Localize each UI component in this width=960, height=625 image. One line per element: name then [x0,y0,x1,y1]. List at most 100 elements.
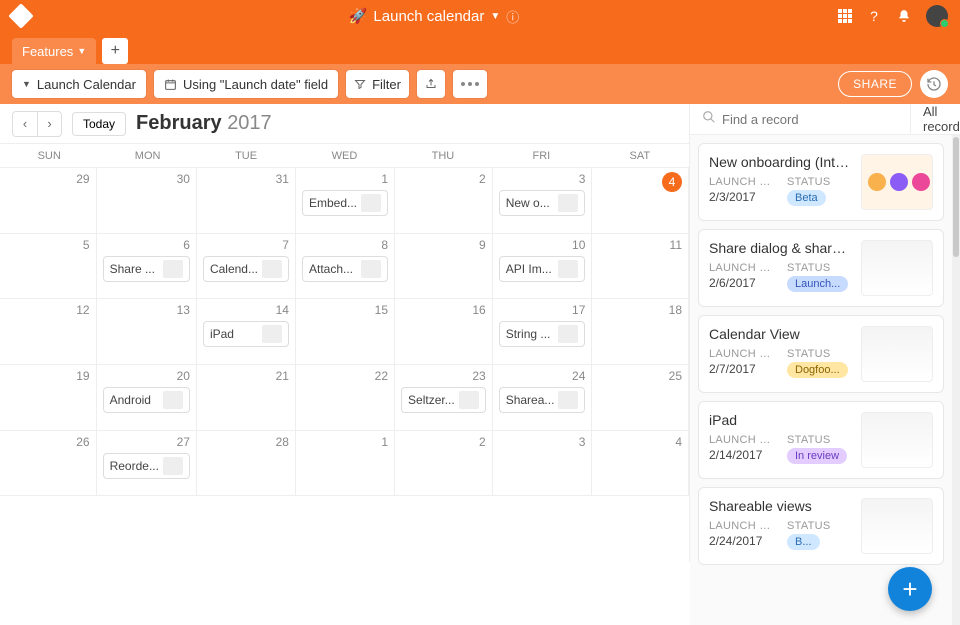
calendar-cell[interactable]: 1Embed... [296,168,395,234]
today-button[interactable]: Today [72,112,126,136]
record-card[interactable]: New onboarding (Inter...LAUNCH DA...2/3/… [698,143,944,221]
add-record-button[interactable]: + [888,567,932,611]
info-icon[interactable]: ⓘ [506,7,519,26]
calendar-event[interactable]: Attach... [302,256,388,282]
record-card[interactable]: Shareable viewsLAUNCH DA...2/24/2017STAT… [698,487,944,565]
calendar-event[interactable]: iPad [203,321,289,347]
day-number: 17 [499,303,586,317]
calendar-cell[interactable]: 19 [0,365,97,431]
calendar-event[interactable]: Seltzer... [401,387,486,413]
weekday-label: SUN [0,150,98,162]
calendar-cell[interactable]: 29 [0,168,97,234]
calendar-event[interactable]: Android [103,387,190,413]
share-view-button[interactable] [417,70,445,98]
calendar-cell[interactable]: 6Share ... [97,234,197,300]
day-number: 16 [401,303,486,317]
record-title: Share dialog & shared ... [709,240,853,256]
view-selector[interactable]: ▼ Launch Calendar [12,70,146,98]
record-thumbnail [861,240,933,296]
calendar-cell[interactable]: 4 [592,431,689,497]
calendar-event[interactable]: API Im... [499,256,586,282]
calendar-cell[interactable]: 20 Android [97,365,197,431]
calendar-cell[interactable]: 14 iPad [197,299,296,365]
calendar-cell[interactable]: 3New o... [493,168,593,234]
calendar-event[interactable]: New o... [499,190,586,216]
field-selector[interactable]: Using "Launch date" field [154,70,338,98]
calendar-event[interactable]: Reorde... [103,453,190,479]
calendar-cell[interactable]: 26 [0,431,97,497]
calendar-cell[interactable]: 10API Im... [493,234,593,300]
record-card[interactable]: Calendar ViewLAUNCH DA...2/7/2017STATUSD… [698,315,944,393]
calendar-cell[interactable]: 17 String ... [493,299,593,365]
record-card[interactable]: iPadLAUNCH DA...2/14/2017STATUSIn review [698,401,944,479]
filter-button[interactable]: Filter [346,70,409,98]
more-button[interactable] [453,70,487,98]
calendar-cell[interactable]: 7Calend... [197,234,296,300]
calendar-cell[interactable]: 28 [197,431,296,497]
base-title[interactable]: 🚀 Launch calendar ▼ ⓘ [30,7,838,26]
calendar-cell[interactable]: 22 [296,365,395,431]
add-table-button[interactable]: + [102,38,128,64]
next-month-button[interactable]: › [37,112,61,136]
day-number: 14 [203,303,289,317]
event-label: Seltzer... [408,393,455,407]
event-thumbnail [361,260,381,278]
calendar-event[interactable]: Embed... [302,190,388,216]
calendar-cell[interactable]: 12 [0,299,97,365]
history-button[interactable] [920,70,948,98]
day-number: 23 [401,369,486,383]
calendar-cell[interactable]: 18 [592,299,689,365]
calendar-cell[interactable]: 23 Seltzer... [395,365,493,431]
launch-date-value: 2/14/2017 [709,448,771,462]
base-name: Launch calendar [373,8,484,25]
share-base-button[interactable]: SHARE [838,71,912,97]
search-input[interactable] [722,112,898,127]
calendar-cell[interactable]: 1 [296,431,395,497]
apps-icon[interactable] [838,9,852,23]
calendar-cell[interactable]: 11 [592,234,689,300]
weekday-row: SUNMONTUEWEDTHUFRISAT [0,144,689,168]
calendar-event[interactable]: String ... [499,321,586,347]
calendar-cell[interactable]: 24 Sharea... [493,365,593,431]
calendar-cell[interactable]: 30 [97,168,197,234]
calendar-cell[interactable]: 15 [296,299,395,365]
calendar-cell[interactable]: 13 [97,299,197,365]
calendar-cell[interactable]: 21 [197,365,296,431]
field-label-date: LAUNCH DA... [709,348,771,360]
day-number: 11 [598,238,682,252]
day-number: 2 [401,172,486,186]
calendar-event[interactable]: Share ... [103,256,190,282]
calendar-event[interactable]: Calend... [203,256,289,282]
prev-month-button[interactable]: ‹ [13,112,37,136]
share-icon [425,78,437,90]
launch-date-value: 2/6/2017 [709,276,771,290]
calendar-cell[interactable]: 27Reorde... [97,431,197,497]
notifications-icon[interactable] [896,8,912,24]
calendar-cell[interactable]: 4 [592,168,689,234]
tab-label: Features [22,44,73,59]
calendar-event[interactable]: Sharea... [499,387,586,413]
day-number: 20 [103,369,190,383]
calendar-cell[interactable]: 16 [395,299,493,365]
calendar-cell[interactable]: 2 [395,431,493,497]
chevron-down-icon: ▼ [490,11,500,22]
calendar-cell[interactable]: 2 [395,168,493,234]
record-card[interactable]: Share dialog & shared ...LAUNCH DA...2/6… [698,229,944,307]
filter-icon [354,78,366,90]
calendar-cell[interactable]: 25 [592,365,689,431]
scrollbar[interactable] [952,135,960,625]
view-name: Launch Calendar [37,77,136,92]
calendar-cell[interactable]: 3 [493,431,593,497]
calendar-cell[interactable]: 8Attach... [296,234,395,300]
help-icon[interactable]: ? [866,8,882,24]
calendar-cell[interactable]: 5 [0,234,97,300]
day-number: 30 [103,172,190,186]
tab-features[interactable]: Features ▼ [12,38,96,64]
record-filter-selector[interactable]: All records ▾ [910,104,960,134]
view-toolbar: ▼ Launch Calendar Using "Launch date" fi… [0,64,960,104]
calendar-cell[interactable]: 31 [197,168,296,234]
avatar[interactable] [926,5,948,27]
calendar-cell[interactable]: 9 [395,234,493,300]
day-number: 24 [499,369,586,383]
field-label-status: STATUS [787,520,831,532]
